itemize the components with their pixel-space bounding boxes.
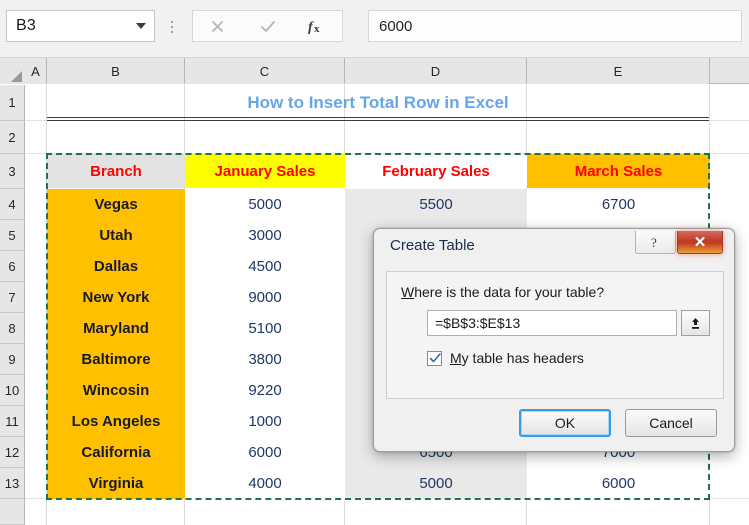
table-header-january[interactable]: January Sales (185, 154, 345, 188)
range-prompt-accel: W (401, 284, 415, 300)
table-row[interactable]: Wincosin (47, 375, 185, 406)
x-icon (212, 20, 224, 32)
table-row[interactable]: 1000 (185, 406, 345, 437)
table-row[interactable]: 5000 (185, 189, 345, 220)
headers-label-rest: y table has headers (461, 350, 584, 366)
svg-text:?: ? (651, 235, 657, 250)
column-header-d[interactable]: D (345, 58, 527, 84)
collapse-dialog-icon (692, 317, 699, 329)
my-table-has-headers-row[interactable]: My table has headers (427, 350, 584, 366)
table-row[interactable]: 5000 (345, 468, 527, 499)
cancel-button[interactable]: Cancel (625, 409, 717, 437)
row-header-2[interactable]: 2 (0, 121, 25, 154)
column-header-c[interactable]: C (185, 58, 345, 84)
table-row[interactable]: 4500 (185, 251, 345, 282)
name-box-value: B3 (16, 17, 36, 34)
range-collapse-button[interactable] (681, 310, 710, 336)
table-row[interactable]: 9000 (185, 282, 345, 313)
table-row[interactable]: 6000 (185, 437, 345, 468)
chevron-down-icon (136, 23, 146, 29)
range-input[interactable]: =$B$3:$E$13 (427, 310, 677, 336)
row-header-13[interactable]: 13 (0, 468, 25, 499)
table-header-branch[interactable]: Branch (47, 154, 185, 188)
insert-function-button[interactable]: f x (292, 11, 342, 41)
dialog-button-bar: OK Cancel (374, 409, 734, 437)
create-table-dialog: Create Table ? ✕ Where is the data for y… (373, 228, 735, 452)
my-table-has-headers-label: My table has headers (450, 350, 584, 366)
column-header-e[interactable]: E (527, 58, 710, 84)
table-header-february[interactable]: February Sales (345, 154, 527, 188)
table-row[interactable]: Utah (47, 220, 185, 251)
title-underline-bottom (47, 120, 709, 121)
close-icon: ✕ (693, 233, 707, 251)
row-header-1[interactable]: 1 (0, 85, 25, 121)
table-row[interactable]: Baltimore (47, 344, 185, 375)
cancel-formula-button[interactable] (193, 11, 243, 41)
column-header-a[interactable]: A (25, 58, 47, 84)
dialog-help-button[interactable]: ? (635, 231, 676, 254)
question-mark-icon: ? (651, 235, 657, 250)
sheet-title-cell[interactable]: How to Insert Total Row in Excel (47, 85, 709, 120)
table-row[interactable]: Virginia (47, 468, 185, 499)
table-row[interactable]: 6700 (527, 189, 710, 220)
table-row[interactable]: 6000 (527, 468, 710, 499)
formula-input[interactable]: 6000 (368, 10, 742, 42)
ok-button[interactable]: OK (519, 409, 611, 437)
dialog-title: Create Table (390, 237, 475, 254)
dot (171, 26, 173, 28)
row-header-5[interactable]: 5 (0, 220, 25, 251)
check-icon (260, 20, 275, 32)
svg-text:x: x (314, 23, 320, 35)
dialog-title-bar[interactable]: Create Table ? ✕ (374, 229, 734, 265)
name-box-dropdown[interactable] (128, 23, 154, 29)
dialog-content-group: Where is the data for your table? =$B$3:… (386, 271, 724, 399)
fx-icon: f x (308, 20, 320, 35)
table-row[interactable]: California (47, 437, 185, 468)
check-icon (429, 352, 441, 362)
table-row[interactable]: 5500 (345, 189, 527, 220)
table-row[interactable]: Maryland (47, 313, 185, 344)
range-prompt-label: Where is the data for your table? (401, 284, 604, 300)
row-header-4[interactable]: 4 (0, 189, 25, 220)
range-prompt-rest: here is the data for your table? (414, 284, 605, 300)
title-underline-top (47, 117, 709, 118)
my-table-has-headers-checkbox[interactable] (427, 350, 442, 366)
column-header-b[interactable]: B (47, 58, 185, 84)
table-row[interactable]: 5100 (185, 313, 345, 344)
dialog-close-button[interactable]: ✕ (677, 231, 723, 254)
table-row[interactable]: New York (47, 282, 185, 313)
row-header-6[interactable]: 6 (0, 251, 25, 282)
formula-action-buttons: f x (192, 10, 343, 42)
table-row[interactable]: Vegas (47, 189, 185, 220)
row-header-8[interactable]: 8 (0, 313, 25, 344)
headers-accel: M (450, 350, 462, 366)
row-header-7[interactable]: 7 (0, 282, 25, 313)
enter-formula-button[interactable] (243, 11, 293, 41)
row-header-14[interactable] (0, 499, 25, 525)
row-header-12[interactable]: 12 (0, 437, 25, 468)
select-all-triangle-icon (11, 71, 22, 82)
table-row[interactable]: 4000 (185, 468, 345, 499)
dot (171, 21, 173, 23)
range-selector-row: =$B$3:$E$13 (427, 310, 710, 336)
name-box[interactable]: B3 (6, 10, 155, 42)
formula-bar-strip: B3 f x 6000 (0, 0, 749, 58)
table-row[interactable]: 3800 (185, 344, 345, 375)
row-header-9[interactable]: 9 (0, 344, 25, 375)
row-header-3[interactable]: 3 (0, 154, 25, 189)
row-header-10[interactable]: 10 (0, 375, 25, 406)
formula-input-value: 6000 (379, 17, 413, 35)
select-all-corner[interactable] (0, 58, 25, 84)
dot (171, 31, 173, 33)
table-row[interactable]: 9220 (185, 375, 345, 406)
more-options-icon[interactable] (166, 14, 178, 40)
table-row[interactable]: Los Angeles (47, 406, 185, 437)
table-row[interactable]: Dallas (47, 251, 185, 282)
table-header-march[interactable]: March Sales (527, 154, 710, 188)
row-header-11[interactable]: 11 (0, 406, 25, 437)
table-row[interactable]: 3000 (185, 220, 345, 251)
